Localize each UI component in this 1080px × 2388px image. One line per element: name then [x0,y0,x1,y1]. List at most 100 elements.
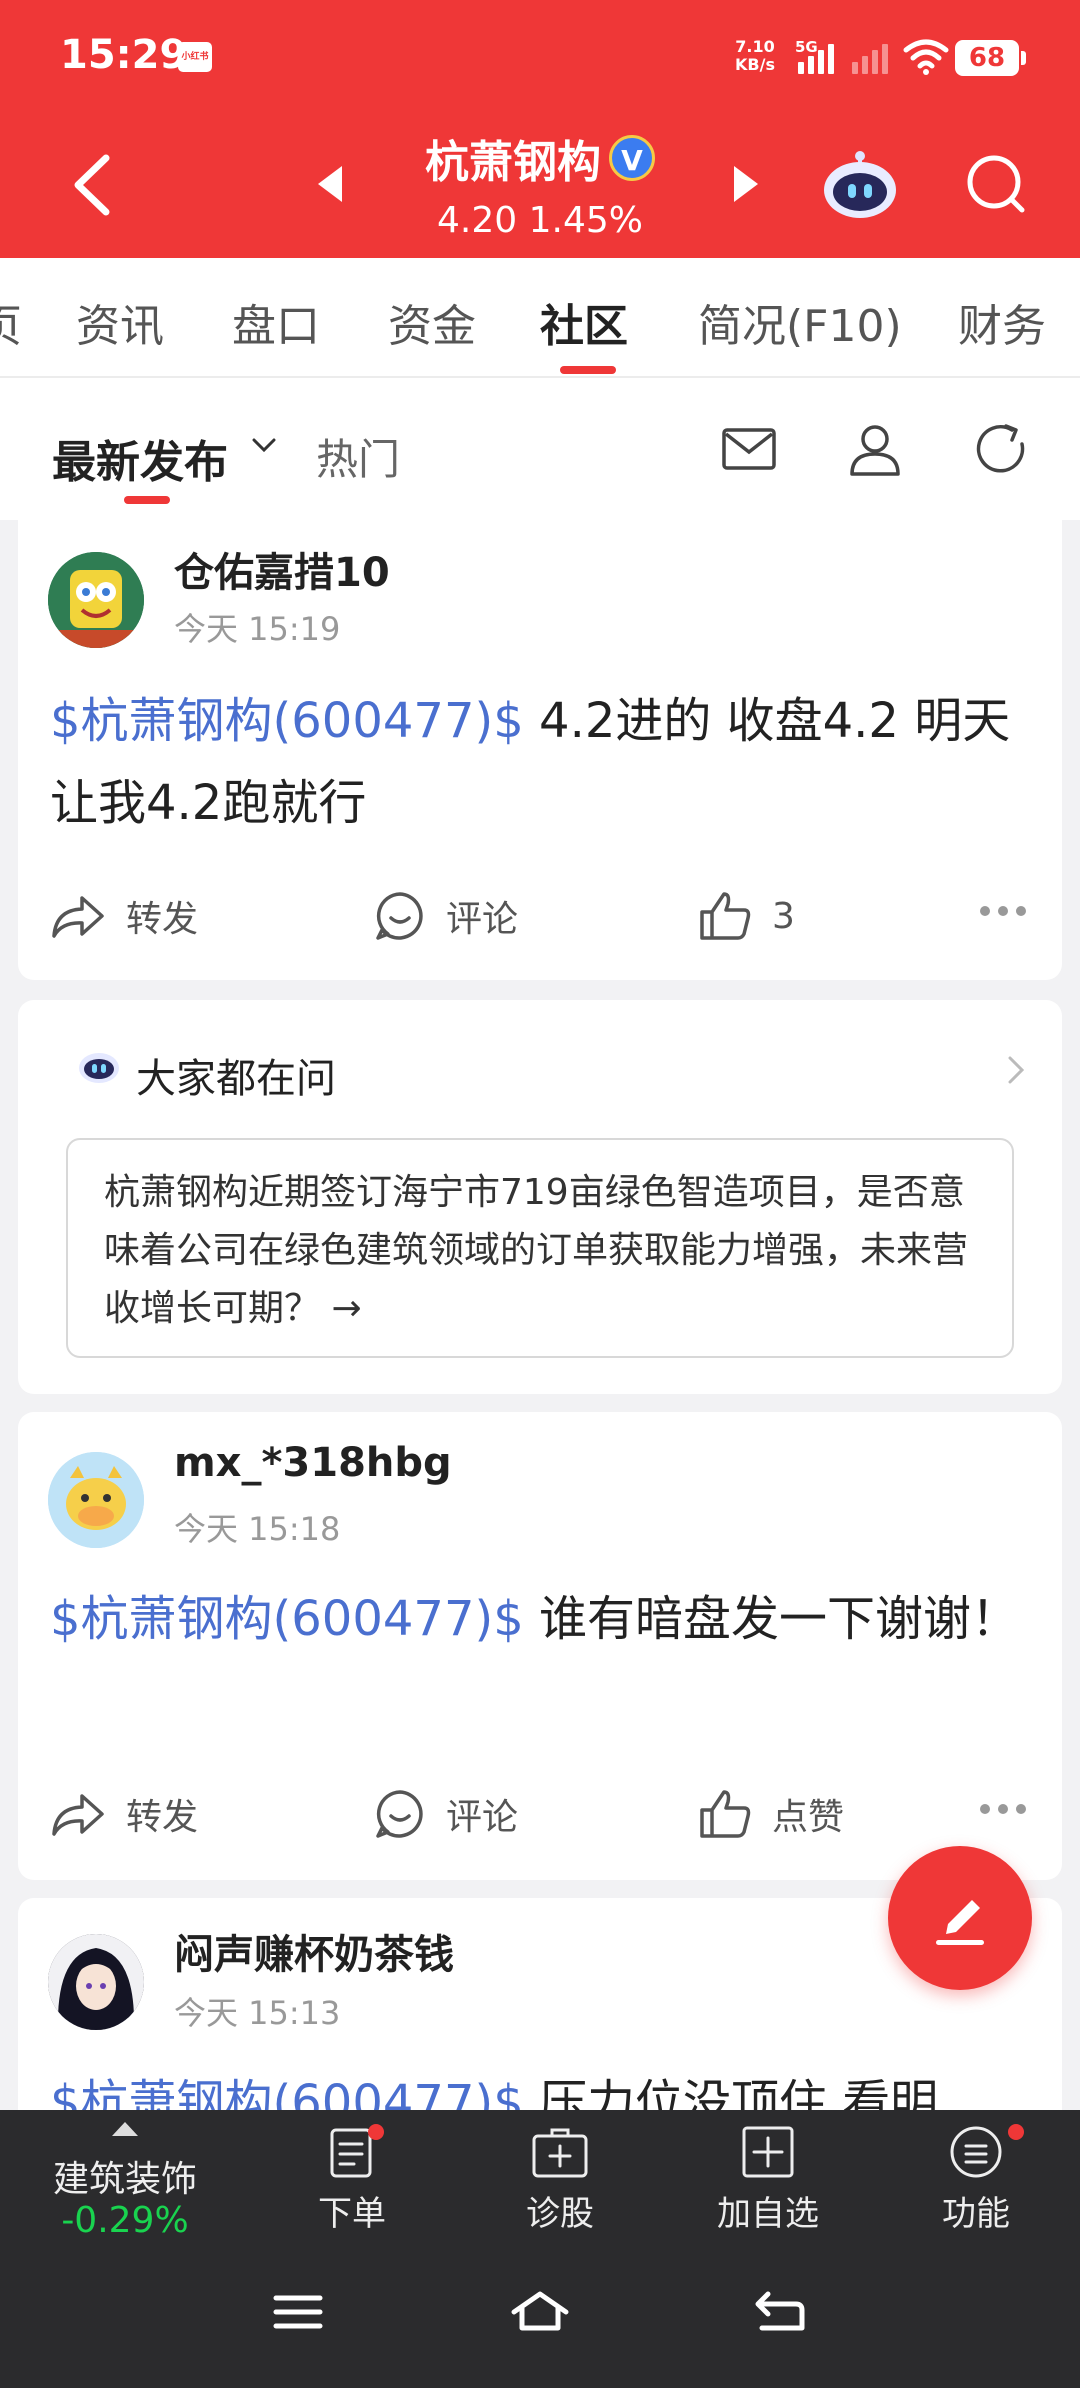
forward-button[interactable]: 转发 [50,1774,198,1854]
caret-up-icon [112,2122,138,2136]
compose-button[interactable] [888,1846,1032,1990]
diagnose-button[interactable]: 诊股 [480,2124,640,2244]
tab-orderbook[interactable]: 盘口 [232,290,320,354]
tab-community[interactable]: 社区 [540,290,628,354]
net-speed-value: 7.10 [735,37,775,56]
net-speed: 7.10 KB/s [735,38,775,74]
app-notification-icon: 小红书 [178,42,212,72]
comment-label: 评论 [446,1797,519,1838]
battery-icon: 68 [955,40,1026,76]
signal-bars-secondary-icon [852,40,888,74]
active-tab-indicator [560,366,616,374]
like-count: 3 [772,895,795,937]
plus-square-icon [742,2126,794,2178]
stock-quote: 4.20 1.45% [0,200,1080,241]
stock-title: 杭萧钢构 V [0,126,1080,190]
post-actions: 转发 评论 点赞 [18,1774,1062,1854]
stock-tag[interactable]: $杭萧钢构(600477)$ [50,693,524,749]
thumbs-up-icon [700,1790,751,1838]
tab-capital[interactable]: 资金 [388,290,476,354]
sector-name: 建筑装饰 [52,2159,197,2200]
user-icon[interactable] [846,420,904,478]
menu-circle-icon [950,2126,1002,2178]
faq-question-text: 杭萧钢构近期签订海宁市719亩绿色智造项目，是否意味着公司在绿色建筑领域的订单获… [104,1172,969,1329]
add-watchlist-button[interactable]: 加自选 [688,2124,848,2244]
forward-button[interactable]: 转发 [50,876,198,956]
edit-icon [936,1900,984,1945]
signal-bars-icon [798,40,834,74]
post-time: 今天 15:19 [174,610,341,648]
notification-dot [368,2124,384,2140]
post-time: 今天 15:18 [174,1510,341,1548]
thumbs-up-icon [700,892,751,940]
username[interactable]: 仓佑嘉措10 [174,540,390,598]
chevron-down-icon[interactable] [250,436,278,456]
comment-icon [376,1790,423,1838]
post-card[interactable]: mx_*318hbg 今天 15:18 $杭萧钢构(600477)$ 谁有暗盘发… [18,1412,1062,1880]
like-button[interactable]: 点赞 [698,1774,844,1854]
stock-tag[interactable]: $杭萧钢构(600477)$ [50,1591,524,1647]
back-nav-icon[interactable] [752,2288,808,2336]
tab-news[interactable]: 资讯 [76,290,164,354]
stock-name: 杭萧钢构 [425,137,601,188]
avatar[interactable] [48,1452,144,1548]
forward-label: 转发 [126,899,199,940]
post-time: 今天 15:13 [174,1994,341,2032]
filter-hot[interactable]: 热门 [316,426,400,487]
share-icon [52,896,104,938]
like-button[interactable]: 3 [698,876,795,956]
verified-icon: V [609,135,655,181]
refresh-icon[interactable] [972,420,1030,478]
ai-assistant-icon[interactable] [822,148,898,220]
tab-finance[interactable]: 财务 [958,290,1046,354]
ai-assistant-icon [79,1053,119,1083]
tab-overview[interactable]: 页 [0,290,22,354]
faq-title: 大家都在问 [136,1056,336,1102]
status-time: 15:29 [60,32,188,78]
avatar[interactable] [48,552,144,648]
add-watchlist-label: 加自选 [717,2194,819,2234]
post-content[interactable]: $杭萧钢构(600477)$ 4.2进的 收盘4.2 明天让我4.2跑就行 [50,680,1040,844]
avatar[interactable] [48,1934,144,2030]
bottom-toolbar: 建筑装饰 -0.29% 下单 诊股 加自选 功能 [0,2110,1080,2250]
post-card[interactable]: 仓佑嘉措10 今天 15:19 $杭萧钢构(600477)$ 4.2进的 收盘4… [18,520,1062,980]
username[interactable]: 闷声赚杯奶茶钱 [174,1922,454,1980]
filter-indicator [124,496,170,504]
sector-change: -0.29% [61,2200,189,2241]
more-icon[interactable] [980,906,1026,916]
faq-question[interactable]: 杭萧钢构近期签订海宁市719亩绿色智造项目，是否意味着公司在绿色建筑领域的订单获… [66,1138,1014,1358]
community-filter-bar: 最新发布 热门 [0,378,1080,520]
search-icon[interactable] [964,152,1028,216]
mail-icon[interactable] [720,420,778,478]
post-content[interactable]: $杭萧钢构(600477)$ 谁有暗盘发一下谢谢！ [50,1578,1040,1660]
post-actions: 转发 评论 3 [18,876,1062,956]
functions-label: 功能 [942,2194,1010,2234]
tab-f10[interactable]: 简况(F10) [698,290,902,354]
comment-button[interactable]: 评论 [374,876,518,956]
system-navigation-bar [0,2250,1080,2388]
next-stock-icon[interactable] [734,166,758,202]
comment-label: 评论 [446,899,519,940]
faq-card[interactable]: 大家都在问 杭萧钢构近期签订海宁市719亩绿色智造项目，是否意味着公司在绿色建筑… [18,1000,1062,1394]
stock-change: 1.45% [528,200,643,241]
filter-latest[interactable]: 最新发布 [52,426,228,490]
stock-tabs: 页 资讯 盘口 资金 社区 简况(F10) 财务 [0,258,1080,378]
sector-indicator[interactable]: 建筑装饰 -0.29% [0,2110,250,2250]
net-speed-unit: KB/s [735,55,775,74]
status-bar: 15:29 小红书 7.10 KB/s 5G 68 [0,0,1080,110]
stock-price: 4.20 [437,200,518,241]
chevron-right-icon[interactable] [1006,1054,1026,1086]
functions-button[interactable]: 功能 [896,2124,1056,2244]
home-icon[interactable] [510,2288,570,2336]
menu-icon[interactable] [272,2288,324,2336]
order-button[interactable]: 下单 [272,2124,432,2244]
username[interactable]: mx_*318hbg [174,1440,452,1486]
stock-header: 15:29 小红书 7.10 KB/s 5G 68 杭萧钢构 V 4.20 1.4… [0,0,1080,258]
diagnose-icon [532,2128,588,2178]
share-icon [52,1794,104,1836]
comment-icon [376,892,423,940]
notification-dot [1008,2124,1024,2140]
diagnose-label: 诊股 [526,2194,594,2234]
more-icon[interactable] [980,1804,1026,1814]
comment-button[interactable]: 评论 [374,1774,518,1854]
